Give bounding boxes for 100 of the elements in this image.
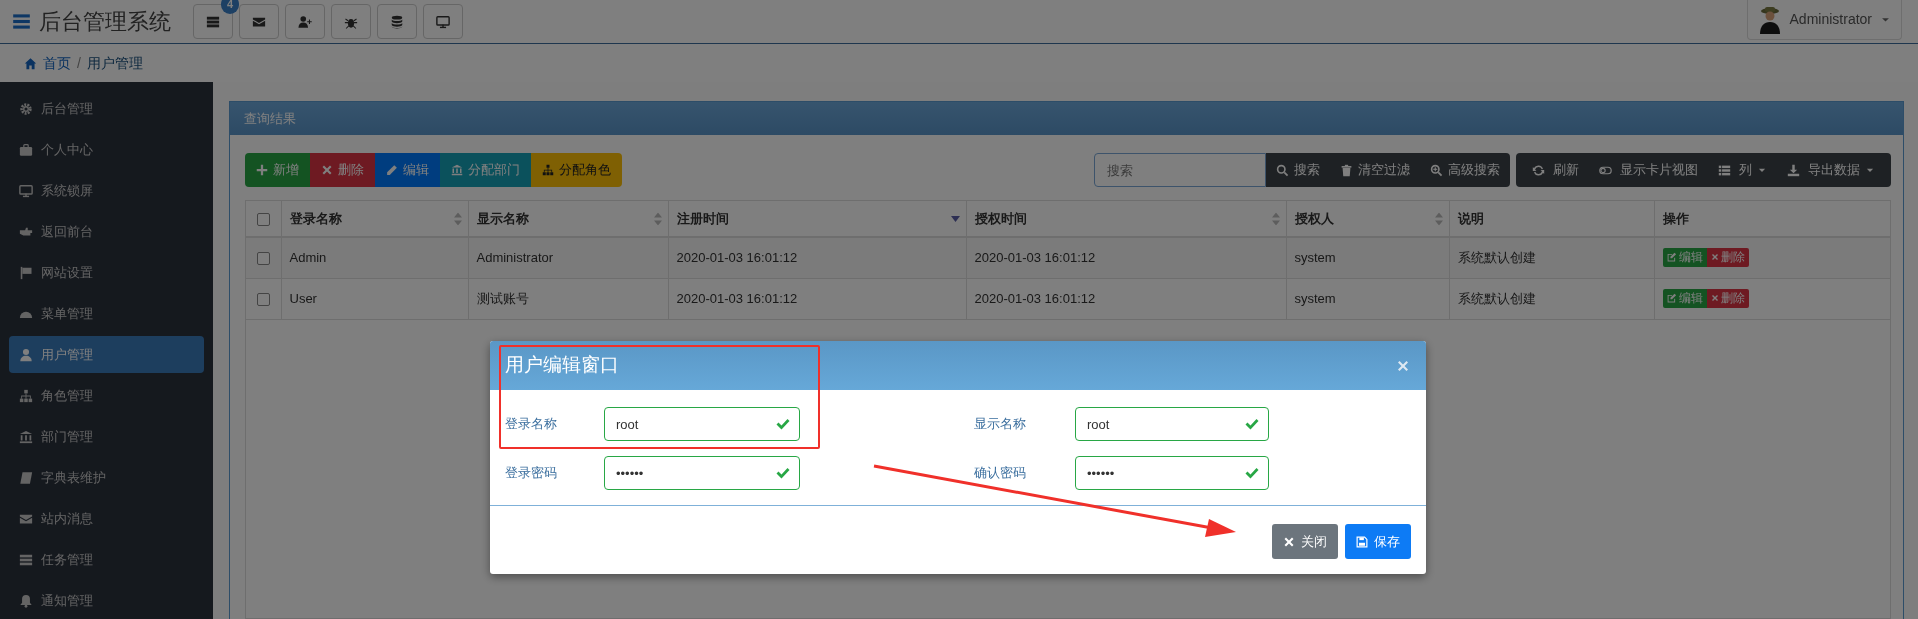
search-field[interactable]: 搜索 — [1094, 153, 1266, 187]
dialog-button[interactable]: 关闭 — [1272, 524, 1338, 559]
sidebar-item[interactable]: 个人中心 — [9, 131, 204, 168]
sidebar-item[interactable]: 返回前台 — [9, 213, 204, 250]
sidebar-item[interactable]: 后台管理 — [9, 90, 204, 127]
sort-icon[interactable] — [453, 212, 462, 225]
table-cell: User — [289, 290, 317, 306]
toolbar-button[interactable]: 列 — [1708, 153, 1777, 187]
field-label: 确认密码 — [974, 464, 1027, 483]
checkbox[interactable] — [256, 212, 270, 226]
dialog-title: 用户编辑窗口 — [505, 353, 619, 378]
user-name: Administrator — [1789, 10, 1872, 29]
toolbar-button[interactable]: 清空过滤 — [1330, 153, 1420, 187]
toolbar-button[interactable]: 高级搜索 — [1420, 153, 1510, 187]
toolbar-icon-button[interactable] — [331, 4, 371, 39]
hierarchy-icon — [19, 388, 33, 403]
table-cell: 2020-01-03 16:01:12 — [676, 250, 798, 265]
row-action-button[interactable]: 编辑 — [1662, 288, 1707, 308]
edit-icon — [1666, 252, 1677, 263]
pencil-icon — [386, 164, 398, 176]
toolbar-button[interactable]: 新增 — [245, 153, 310, 187]
check-icon — [775, 416, 791, 432]
column-header[interactable]: 显示名称 — [476, 210, 529, 226]
sidebar-item[interactable]: 用户管理 — [9, 336, 204, 373]
check-icon — [1244, 465, 1260, 481]
bell-icon — [19, 593, 33, 608]
table-cell: 2020-01-03 16:01:12 — [676, 290, 798, 306]
checkbox[interactable] — [256, 252, 270, 266]
edit-icon — [1666, 293, 1677, 303]
breadcrumb-current: 用户管理 — [86, 53, 143, 73]
gear-icon — [19, 101, 33, 116]
toolbar-icon-button[interactable] — [377, 4, 417, 39]
field-label: 登录密码 — [505, 464, 558, 483]
close-icon — [1710, 253, 1719, 262]
sidebar-item[interactable]: 角色管理 — [9, 377, 204, 414]
user-menu[interactable]: Administrator — [1746, 0, 1902, 40]
avatar-icon — [1757, 5, 1782, 34]
monitor-icon — [19, 183, 33, 198]
column-header[interactable]: 授权时间 — [974, 210, 1027, 226]
list-icon — [1718, 163, 1731, 177]
sidebar-item[interactable]: 任务管理 — [9, 541, 204, 578]
toolbar-button[interactable]: 导出数据 — [1777, 153, 1885, 187]
input-field[interactable]: root — [1075, 407, 1269, 441]
breadcrumb-link[interactable]: 首页 — [43, 52, 71, 74]
home-icon — [24, 56, 37, 70]
toolbar-button[interactable]: 搜索 — [1266, 153, 1330, 187]
sidebar-item[interactable]: 字典表维护 — [9, 459, 204, 496]
sort-icon[interactable] — [1434, 212, 1443, 225]
database-icon — [390, 14, 404, 29]
toolbar-button[interactable]: 显示卡片视图 — [1589, 153, 1708, 187]
dialog-button[interactable]: 保存 — [1345, 524, 1411, 559]
column-header[interactable]: 授权人 — [1294, 210, 1334, 226]
row-action-button[interactable]: 删除 — [1706, 288, 1749, 308]
list-icon — [19, 552, 33, 567]
toolbar-button[interactable]: 刷新 — [1522, 153, 1589, 187]
plus-icon — [256, 164, 268, 176]
input-field[interactable]: root — [604, 407, 800, 441]
sidebar-item[interactable]: 网站设置 — [9, 254, 204, 291]
column-header[interactable]: 登录名称 — [289, 210, 342, 226]
row-action-button[interactable]: 编辑 — [1662, 247, 1707, 267]
input-field[interactable]: •••••• — [1075, 456, 1269, 490]
zoom-in-icon — [1430, 163, 1443, 177]
row-action-button[interactable]: 删除 — [1706, 247, 1749, 267]
add-user-icon — [298, 14, 312, 29]
breadcrumb-separator: / — [77, 53, 81, 73]
sidebar-item[interactable]: 通知管理 — [9, 582, 204, 619]
toolbar-icon-button[interactable] — [285, 4, 325, 39]
notification-badge: 4 — [220, 0, 239, 14]
table-cell: 系统默认创建 — [1457, 250, 1536, 265]
close-icon — [1283, 535, 1295, 548]
table-cell: 2020-01-03 16:01:12 — [974, 290, 1096, 306]
checkbox[interactable] — [256, 292, 270, 306]
input-field[interactable]: •••••• — [604, 456, 800, 490]
bank-icon — [19, 429, 33, 444]
sidebar-item[interactable]: 部门管理 — [9, 418, 204, 455]
toolbar-button[interactable]: 分配部门 — [440, 153, 531, 187]
column-header[interactable]: 注册时间 — [676, 210, 729, 226]
toolbar-button[interactable]: 删除 — [310, 153, 375, 187]
sort-icon[interactable] — [950, 215, 960, 222]
sort-icon[interactable] — [653, 212, 662, 225]
sidebar-item[interactable]: 菜单管理 — [9, 295, 204, 332]
sidebar-item[interactable]: 站内消息 — [9, 500, 204, 537]
close-icon — [1710, 294, 1719, 302]
sort-icon[interactable] — [1271, 212, 1280, 225]
app-title: 后台管理系统 — [39, 8, 171, 36]
toolbar-icon-button[interactable] — [239, 4, 279, 39]
user-icon — [19, 347, 33, 362]
bank-icon — [451, 164, 463, 176]
sidebar-item[interactable]: 系统锁屏 — [9, 172, 204, 209]
toolbar-button[interactable]: 分配角色 — [531, 153, 622, 187]
table-cell: 测试账号 — [476, 290, 529, 306]
menu-icon — [12, 12, 31, 31]
field-label: 登录名称 — [505, 415, 558, 434]
check-icon — [1244, 416, 1260, 432]
toolbar-button[interactable]: 编辑 — [375, 153, 440, 187]
refresh-icon — [1532, 163, 1545, 177]
toolbar-icon-button[interactable] — [423, 4, 463, 39]
close-icon — [321, 164, 333, 176]
briefcase-icon — [19, 142, 33, 157]
table-cell: Admin — [289, 250, 327, 265]
